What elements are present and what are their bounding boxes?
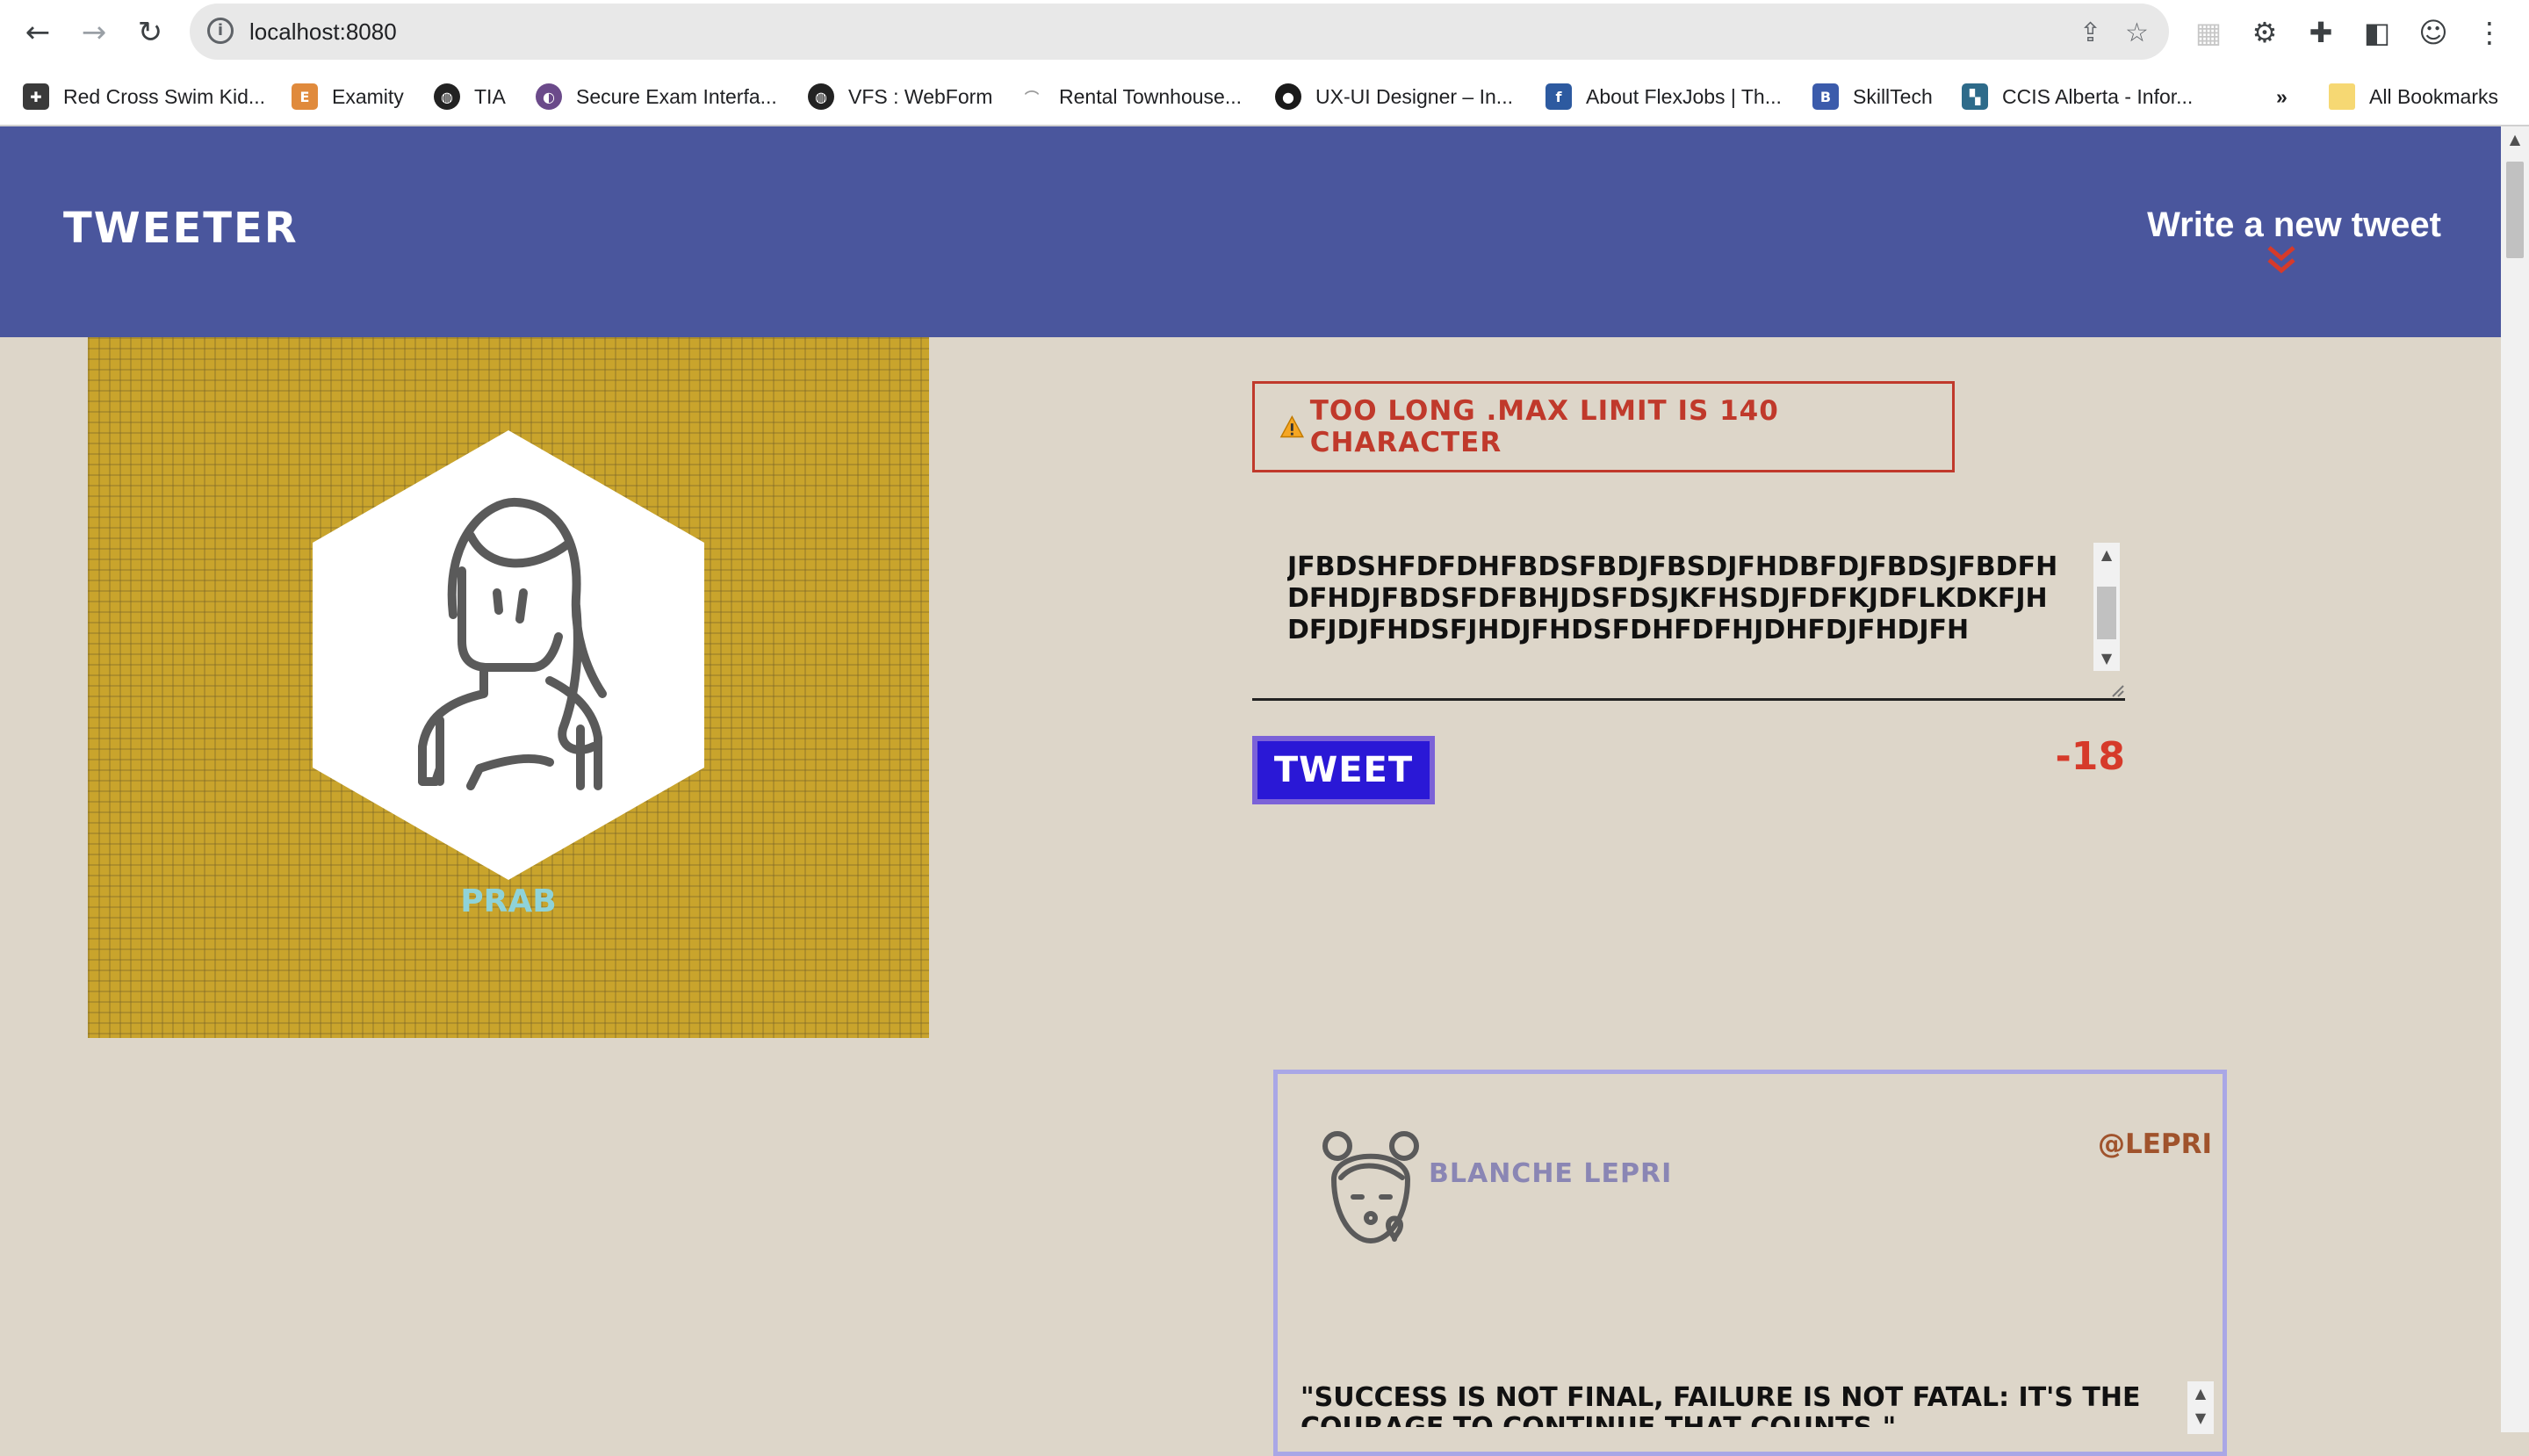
skilltech-favicon-icon: B [1812, 83, 1839, 110]
profile-username: Prab [460, 883, 557, 919]
extension-grid-icon[interactable]: ▦ [2192, 16, 2225, 49]
secure-exam-favicon-icon: ◐ [536, 83, 562, 110]
page-scroll-thumb[interactable] [2506, 162, 2524, 258]
all-bookmarks-button[interactable]: All Bookmarks [2329, 81, 2498, 112]
tweet-author-name: Blanche Lepri [1429, 1158, 1673, 1189]
write-new-tweet-label[interactable]: Write a new tweet [2147, 205, 2441, 245]
bookmark-label: TIA [474, 84, 506, 108]
address-bar[interactable]: i localhost:8080 ⇪ ☆ [190, 4, 2169, 60]
bookmark-label: About FlexJobs | Th... [1586, 84, 1782, 108]
bookmark-item[interactable]: ⌒ Rental Townhouse... [1019, 81, 1242, 112]
profile-panel: Prab [88, 337, 929, 1038]
bookmarks-bar: ✚ Red Cross Swim Kid... E Examity ◍ TIA … [0, 65, 2529, 126]
reload-icon[interactable]: ↻ [128, 11, 172, 54]
share-icon[interactable]: ⇪ [2079, 18, 2101, 48]
bookmark-item[interactable]: ◍ VFS : WebForm [808, 81, 992, 112]
flexjobs-favicon-icon: f [1546, 83, 1572, 110]
puzzle-icon[interactable]: ✚ [2304, 16, 2338, 49]
bookmark-item[interactable]: ▚ CCIS Alberta - Infor... [1962, 81, 2193, 112]
site-info-icon[interactable]: i [207, 18, 234, 44]
textarea-scroll-thumb[interactable] [2097, 587, 2116, 639]
globe-icon: ◍ [434, 83, 460, 110]
scroll-down-arrow-icon[interactable]: ▼ [2187, 1406, 2214, 1431]
tweet-textarea[interactable]: jfbdshfdfdhfbdsfbdjfbsdjfhdbfdjfbdsjfbdf… [1252, 543, 2125, 701]
page-scrollbar[interactable]: ▲ [2501, 126, 2529, 1432]
bookmark-label: Examity [332, 84, 404, 108]
site-header: Tweeter Write a new tweet [0, 126, 2501, 337]
all-bookmarks-label: All Bookmarks [2369, 84, 2498, 108]
bookmark-item[interactable]: ✚ Red Cross Swim Kid... [23, 81, 265, 112]
side-panel-icon[interactable]: ◧ [2360, 16, 2394, 49]
rental-favicon-icon: ⌒ [1019, 83, 1045, 110]
tweet-submit-button[interactable]: Tweet [1252, 736, 1435, 804]
ccis-favicon-icon: ▚ [1962, 83, 1988, 110]
tweet-card: Blanche Lepri @lepri "Success is not fin… [1273, 1070, 2227, 1456]
tweet-content-text: "Success is not final, failure is not fa… [1301, 1383, 2141, 1427]
write-new-tweet-toggle[interactable]: Write a new tweet [2108, 205, 2441, 285]
author-avatar-icon [1322, 1131, 1419, 1243]
bookmark-item[interactable]: ● UX-UI Designer – In... [1275, 81, 1513, 112]
bookmarks-overflow-button[interactable]: » [2276, 81, 2288, 112]
error-message-box: Too long .Max limit is 140 character [1252, 381, 1955, 472]
globe-icon: ◍ [808, 83, 834, 110]
bookmark-item[interactable]: E Examity [292, 81, 404, 112]
bookmark-item[interactable]: ◐ Secure Exam Interfa... [536, 81, 777, 112]
warning-icon [1279, 415, 1304, 438]
bookmark-label: VFS : WebForm [848, 84, 993, 108]
menu-kebab-icon[interactable]: ⋮ [2473, 16, 2506, 49]
tweet-content-scrollbar[interactable]: ▲ ▼ [2187, 1381, 2214, 1434]
bookmark-star-icon[interactable]: ☆ [2125, 18, 2149, 48]
scroll-up-arrow-icon[interactable]: ▲ [2093, 543, 2120, 567]
bookmark-label: SkillTech [1853, 84, 1933, 108]
folder-icon [2329, 83, 2355, 110]
bookmark-label: Secure Exam Interfa... [576, 84, 777, 108]
tweet-author-handle: @lepri [2097, 1128, 2212, 1160]
url-text[interactable]: localhost:8080 [249, 4, 397, 60]
extension-gear-icon[interactable]: ⚙ [2248, 16, 2281, 49]
brand-logo-text: Tweeter [63, 204, 299, 253]
bookmark-item[interactable]: ◍ TIA [434, 81, 506, 112]
double-chevron-down-icon[interactable] [2266, 244, 2297, 276]
bookmark-label: Rental Townhouse... [1059, 84, 1242, 108]
character-counter: -18 [2055, 734, 2126, 779]
textarea-scrollbar[interactable]: ▲ ▼ [2093, 543, 2120, 671]
error-message-text: Too long .Max limit is 140 character [1309, 395, 1779, 458]
resize-grip-icon[interactable] [2108, 681, 2125, 698]
scroll-down-arrow-icon[interactable]: ▼ [2093, 646, 2120, 671]
bookmark-item[interactable]: f About FlexJobs | Th... [1546, 81, 1782, 112]
red-cross-favicon-icon: ✚ [23, 83, 49, 110]
profile-avatar-icon[interactable]: ☺ [2417, 16, 2450, 49]
profile-avatar-hexagon [313, 430, 704, 880]
browser-toolbar: ← → ↻ i localhost:8080 ⇪ ☆ ▦ ⚙ ✚ ◧ ☺ ⋮ [0, 0, 2529, 65]
ux-ui-favicon-icon: ● [1275, 83, 1301, 110]
back-arrow-icon[interactable]: ← [16, 11, 60, 54]
scroll-up-arrow-icon[interactable]: ▲ [2187, 1381, 2214, 1406]
forward-arrow-icon[interactable]: → [72, 11, 116, 54]
bookmark-label: CCIS Alberta - Infor... [2002, 84, 2194, 108]
scroll-up-arrow-icon[interactable]: ▲ [2501, 126, 2529, 153]
examity-favicon-icon: E [292, 83, 318, 110]
bookmark-item[interactable]: B SkillTech [1812, 81, 1933, 112]
tweet-textarea-value[interactable]: jfbdshfdfdhfbdsfbdjfbsdjfhdbfdjfbdsjfbdf… [1287, 551, 2060, 692]
bookmark-label: UX-UI Designer – In... [1315, 84, 1513, 108]
bookmark-label: Red Cross Swim Kid... [63, 84, 266, 108]
